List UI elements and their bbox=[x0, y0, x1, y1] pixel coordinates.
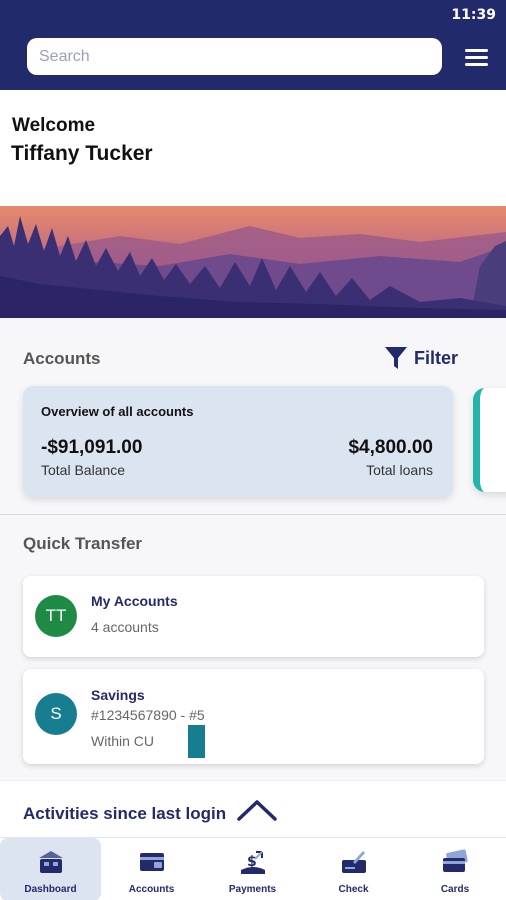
quick-transfer-title: Quick Transfer bbox=[23, 534, 143, 553]
section-divider bbox=[0, 514, 506, 515]
welcome-greeting: Welcome bbox=[12, 115, 96, 136]
accounts-icon bbox=[139, 853, 164, 871]
check-icon bbox=[341, 851, 366, 873]
nav-dashboard[interactable]: Dashboard bbox=[0, 838, 101, 900]
accounts-title: Accounts bbox=[23, 349, 101, 368]
cards-icon bbox=[443, 849, 468, 872]
nav-label: Payments bbox=[228, 884, 277, 895]
account-scope: Within CU bbox=[91, 733, 155, 749]
nav-payments[interactable]: $ Payments bbox=[202, 838, 303, 900]
search-input[interactable] bbox=[27, 38, 442, 75]
account-name: Savings bbox=[91, 687, 145, 703]
total-loans-label: Total loans bbox=[366, 462, 433, 478]
account-name: My Accounts bbox=[91, 593, 178, 609]
nav-cards[interactable]: Cards bbox=[404, 838, 506, 900]
avatar: TT bbox=[35, 595, 77, 637]
status-time: 11:39 bbox=[451, 7, 496, 23]
hamburger-menu-icon[interactable] bbox=[465, 49, 488, 67]
next-account-card[interactable] bbox=[473, 388, 506, 492]
landscape-banner-image bbox=[0, 206, 506, 318]
total-balance-label: Total Balance bbox=[41, 462, 126, 478]
nav-check[interactable]: Check bbox=[303, 838, 404, 900]
nav-label: Cards bbox=[440, 884, 470, 895]
accounts-overview-card[interactable]: Overview of all accounts -$91,091.00 Tot… bbox=[23, 386, 453, 497]
bottom-navigation: Dashboard Accounts $ Payments Check Card… bbox=[0, 837, 506, 900]
filter-button[interactable]: Filter bbox=[384, 345, 458, 371]
account-count: 4 accounts bbox=[91, 619, 159, 635]
filter-icon bbox=[385, 347, 407, 369]
dashboard-icon bbox=[38, 851, 63, 873]
chevron-up-icon[interactable] bbox=[237, 799, 277, 821]
avatar: S bbox=[35, 693, 77, 735]
quick-transfer-item[interactable]: S Savings #1234567890 - #5 Within CU bbox=[23, 669, 484, 764]
quick-transfer-item[interactable]: TT My Accounts 4 accounts bbox=[23, 576, 484, 657]
account-number: #1234567890 - #5 bbox=[91, 707, 205, 723]
nav-label: Check bbox=[338, 884, 369, 895]
nav-accounts[interactable]: Accounts bbox=[101, 838, 202, 900]
activities-bar[interactable]: Activities since last login bbox=[0, 780, 506, 837]
status-bar: 11:39 bbox=[0, 0, 506, 30]
app-header bbox=[0, 30, 506, 90]
total-balance-value: -$91,091.00 bbox=[41, 437, 143, 458]
teal-marker bbox=[188, 725, 205, 758]
activities-label: Activities since last login bbox=[23, 804, 227, 823]
payments-icon: $ bbox=[240, 851, 265, 874]
user-name: Tiffany Tucker bbox=[11, 142, 153, 165]
nav-label: Accounts bbox=[128, 884, 175, 895]
search-box[interactable] bbox=[27, 38, 442, 75]
filter-label: Filter bbox=[414, 347, 459, 368]
overview-title: Overview of all accounts bbox=[41, 404, 194, 419]
svg-text:$: $ bbox=[247, 854, 257, 870]
nav-label: Dashboard bbox=[24, 884, 77, 895]
total-loans-value: $4,800.00 bbox=[348, 437, 433, 458]
